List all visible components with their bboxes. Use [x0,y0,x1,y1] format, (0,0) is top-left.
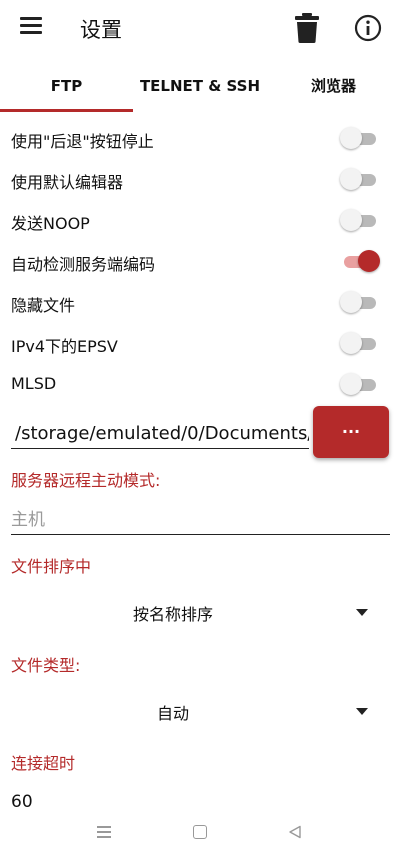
home-icon[interactable] [193,825,207,839]
dropdown-arrow-icon [356,609,368,616]
setting-row-hidden-files: 隐藏文件 [0,283,400,323]
setting-row-mlsd: MLSD [0,365,400,405]
setting-label: 发送NOOP [11,214,90,233]
tab-ftp[interactable]: FTP [0,62,133,110]
file-type-label: 文件类型: [11,656,81,675]
toggle-back-button-stop[interactable] [340,127,380,151]
setting-label: IPv4下的EPSV [11,337,118,356]
tab-bar: FTP TELNET & SSH 浏览器 [0,62,400,112]
setting-row-auto-detect-encoding: 自动检测服务端编码 [0,242,400,282]
sort-value: 按名称排序 [132,605,213,624]
setting-label: MLSD [11,374,57,393]
system-nav-bar [0,808,400,856]
toggle-default-editor[interactable] [340,168,380,192]
toggle-send-noop[interactable] [340,209,380,233]
trash-icon[interactable] [292,12,322,44]
file-type-dropdown[interactable]: 自动 [0,691,400,731]
setting-label: 使用默认编辑器 [11,173,124,192]
setting-row-epsv-ipv4: IPv4下的EPSV [0,324,400,364]
back-icon[interactable] [288,824,302,839]
host-input[interactable] [11,505,390,535]
info-icon[interactable] [354,14,382,42]
tab-telnet-ssh[interactable]: TELNET & SSH [133,62,267,110]
recents-icon[interactable] [97,826,111,838]
timeout-label: 连接超时 [11,754,76,773]
setting-label: 隐藏文件 [11,296,76,315]
setting-row-back-button-stop: 使用"后退"按钮停止 [0,119,400,159]
setting-row-send-noop: 发送NOOP [0,201,400,241]
app-bar: 设置 [0,0,400,56]
setting-row-default-editor: 使用默认编辑器 [0,160,400,200]
sort-dropdown[interactable]: 按名称排序 [0,592,400,632]
browse-path-button[interactable]: ... [313,406,389,458]
setting-label: 使用"后退"按钮停止 [11,132,154,151]
page-title: 设置 [80,18,122,42]
sort-label: 文件排序中 [11,557,92,576]
active-mode-label: 服务器远程主动模式: [11,471,161,490]
toggle-hidden-files[interactable] [340,291,380,315]
setting-label: 自动检测服务端编码 [11,255,156,274]
file-type-value: 自动 [156,704,189,723]
download-path-input[interactable] [11,419,309,449]
tab-browser[interactable]: 浏览器 [267,62,400,110]
menu-icon[interactable] [20,17,42,35]
toggle-mlsd[interactable] [340,373,380,397]
toggle-epsv-ipv4[interactable] [340,332,380,356]
dropdown-arrow-icon [356,708,368,715]
toggle-auto-detect-encoding[interactable] [340,250,380,274]
tab-indicator [0,109,133,112]
